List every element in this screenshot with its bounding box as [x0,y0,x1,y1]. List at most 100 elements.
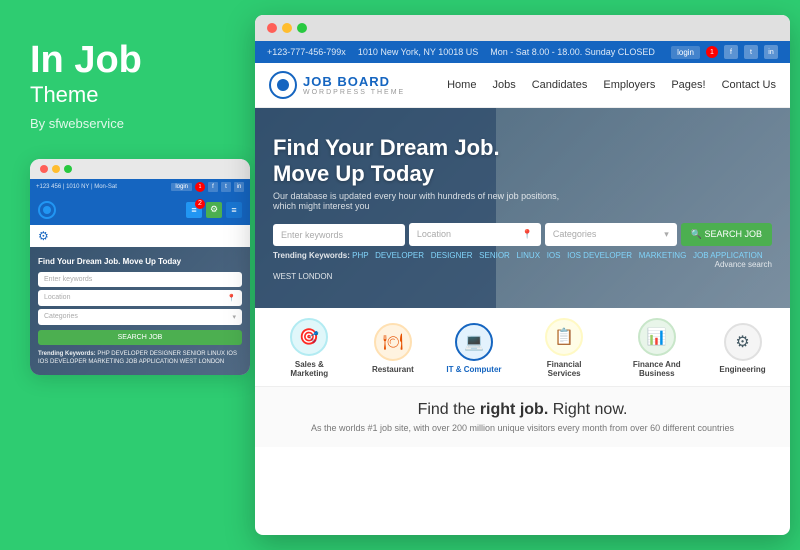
mini-social-t: t [221,182,231,192]
dot-red [40,165,48,173]
bottom-title: Find the right job. Right now. [273,401,772,419]
topbar-left: +123-777-456-799x 1010 New York, NY 1001… [267,47,655,57]
mini-topbar-right: login 1 f t in [171,182,244,192]
search-location-input[interactable]: Location 📍 [409,223,541,246]
browser-dot-yellow [282,23,292,33]
nav-home[interactable]: Home [447,79,476,91]
trending-keywords: PHP DEVELOPER DESIGNER SENIOR LINUX IOS … [352,251,762,260]
dot-green [64,165,72,173]
logo-text: JOB BOARD [303,74,405,89]
cat-icon-financial: 📋 [545,318,583,356]
categories-row: 🎯 Sales & Marketing 🍽 Restaurant 💻 IT & … [255,308,790,387]
mini-main-nav: ≡ 2 ⚙ ≡ [30,195,250,225]
mini-nav-icons: ≡ 2 ⚙ ≡ [186,202,242,218]
cat-icon-it: 💻 [455,323,493,361]
social-icon-f[interactable]: f [724,45,738,59]
browser-window: +123-777-456-799x 1010 New York, NY 1001… [255,15,790,535]
site-topbar: +123-777-456-799x 1010 New York, NY 1001… [255,41,790,63]
notification-badge[interactable]: 1 [706,46,718,58]
site-logo: JOB BOARD WORDPRESS THEME [269,71,405,99]
topbar-right: login 1 f t in [671,45,778,59]
logo-inner [277,79,289,91]
mini-logo [38,201,56,219]
cat-label-restaurant: Restaurant [372,365,414,374]
mini-browser: +123 456 | 1010 NY | Mon-Sat login 1 f t… [30,159,250,375]
nav-jobs[interactable]: Jobs [492,79,515,91]
nav-links: Home Jobs Candidates Employers Pages! Co… [447,79,776,91]
browser-titlebar [255,15,790,41]
mini-login: login [171,183,192,191]
mini-topbar-text: +123 456 | 1010 NY | Mon-Sat [36,184,117,190]
search-categories-select[interactable]: Categories ▾ [545,223,677,246]
nav-employers[interactable]: Employers [603,79,655,91]
browser-dot-green [297,23,307,33]
topbar-phone: +123-777-456-799x [267,47,346,57]
mini-gear-icon: ⚙ [38,229,49,243]
cat-label-sales: Sales & Marketing [279,360,339,378]
mini-location-input[interactable]: Location 📍 [38,290,242,306]
cat-it-computer[interactable]: 💻 IT & Computer [446,323,501,374]
left-panel: In Job Theme By sfwebservice +123 456 | … [0,0,245,550]
search-job-button[interactable]: 🔍 SEARCH JOB [681,223,772,246]
cat-label-finance: Finance And Business [627,360,687,378]
topbar-address: 1010 New York, NY 10018 US [358,47,478,57]
brand-by: By sfwebservice [30,116,215,131]
search-bar: Enter keywords Location 📍 Categories ▾ 🔍… [273,223,772,246]
mini-badge: 1 [195,182,205,192]
logo-sub: WORDPRESS THEME [303,89,405,96]
cat-label-it: IT & Computer [446,365,501,374]
nav-candidates[interactable]: Candidates [532,79,588,91]
logo-text-block: JOB BOARD WORDPRESS THEME [303,74,405,96]
mini-hero-text: Find Your Dream Job. Move Up Today [38,257,242,266]
browser-dot-red [267,23,277,33]
login-button[interactable]: login [671,46,700,59]
hero-title: Find Your Dream Job. Move Up Today [273,135,553,187]
mini-nav-badge: 2 [195,199,205,209]
cat-icon-restaurant: 🍽 [374,323,412,361]
site-bottom: Find the right job. Right now. As the wo… [255,387,790,447]
mini-icon-box-nav: ≡ [226,202,242,218]
brand-title: In Job [30,40,215,82]
cat-icon-engineering: ⚙ [724,323,762,361]
mini-social-f: f [208,182,218,192]
mini-nav-icon-1: ≡ 2 [186,202,202,218]
mini-settings: ⚙ [30,225,250,247]
logo-icon [269,71,297,99]
mini-search-button[interactable]: SEARCH JOB [38,330,242,345]
trending-row: Trending Keywords: PHP DEVELOPER DESIGNE… [273,251,772,269]
social-icon-t[interactable]: t [744,45,758,59]
dot-yellow [52,165,60,173]
mini-social-in: in [234,182,244,192]
site-hero: Find Your Dream Job. Move Up Today Our d… [255,108,790,308]
trending-label: Trending Keywords: [273,251,350,260]
cat-finance-business[interactable]: 📊 Finance And Business [627,318,687,378]
nav-pages[interactable]: Pages! [671,79,705,91]
mini-topbar: +123 456 | 1010 NY | Mon-Sat login 1 f t… [30,179,250,195]
cat-icon-finance: 📊 [638,318,676,356]
site-nav: JOB BOARD WORDPRESS THEME Home Jobs Cand… [255,63,790,108]
mini-categories-select[interactable]: Categories ▾ [38,309,242,325]
social-icon-in[interactable]: in [764,45,778,59]
mini-logo-icon [38,201,56,219]
cat-label-financial: Financial Services [534,360,594,378]
advance-search-link[interactable]: Advance search [715,260,772,269]
west-london: WEST LONDON [273,272,772,281]
search-keyword-input[interactable]: Enter keywords [273,224,405,246]
cat-financial-services[interactable]: 📋 Financial Services [534,318,594,378]
mini-browser-titlebar [30,159,250,179]
hero-subtitle: Our database is updated every hour with … [273,191,573,211]
mini-trending: Trending Keywords: PHP DEVELOPER DESIGNE… [38,350,242,367]
bottom-title-highlight: right job. [480,401,548,418]
cat-engineering[interactable]: ⚙ Engineering [719,323,765,374]
nav-contact[interactable]: Contact Us [722,79,776,91]
cat-sales-marketing[interactable]: 🎯 Sales & Marketing [279,318,339,378]
mini-search-input[interactable]: Enter keywords [38,272,242,287]
topbar-hours: Mon - Sat 8.00 - 18.00. Sunday CLOSED [490,47,655,57]
brand-subtitle: Theme [30,82,215,108]
bottom-subtitle: As the worlds #1 job site, with over 200… [273,423,772,433]
cat-label-engineering: Engineering [719,365,765,374]
cat-icon-sales: 🎯 [290,318,328,356]
mini-hero: Find Your Dream Job. Move Up Today Enter… [30,247,250,375]
cat-restaurant[interactable]: 🍽 Restaurant [372,323,414,374]
mini-icon-box-green: ⚙ [206,202,222,218]
